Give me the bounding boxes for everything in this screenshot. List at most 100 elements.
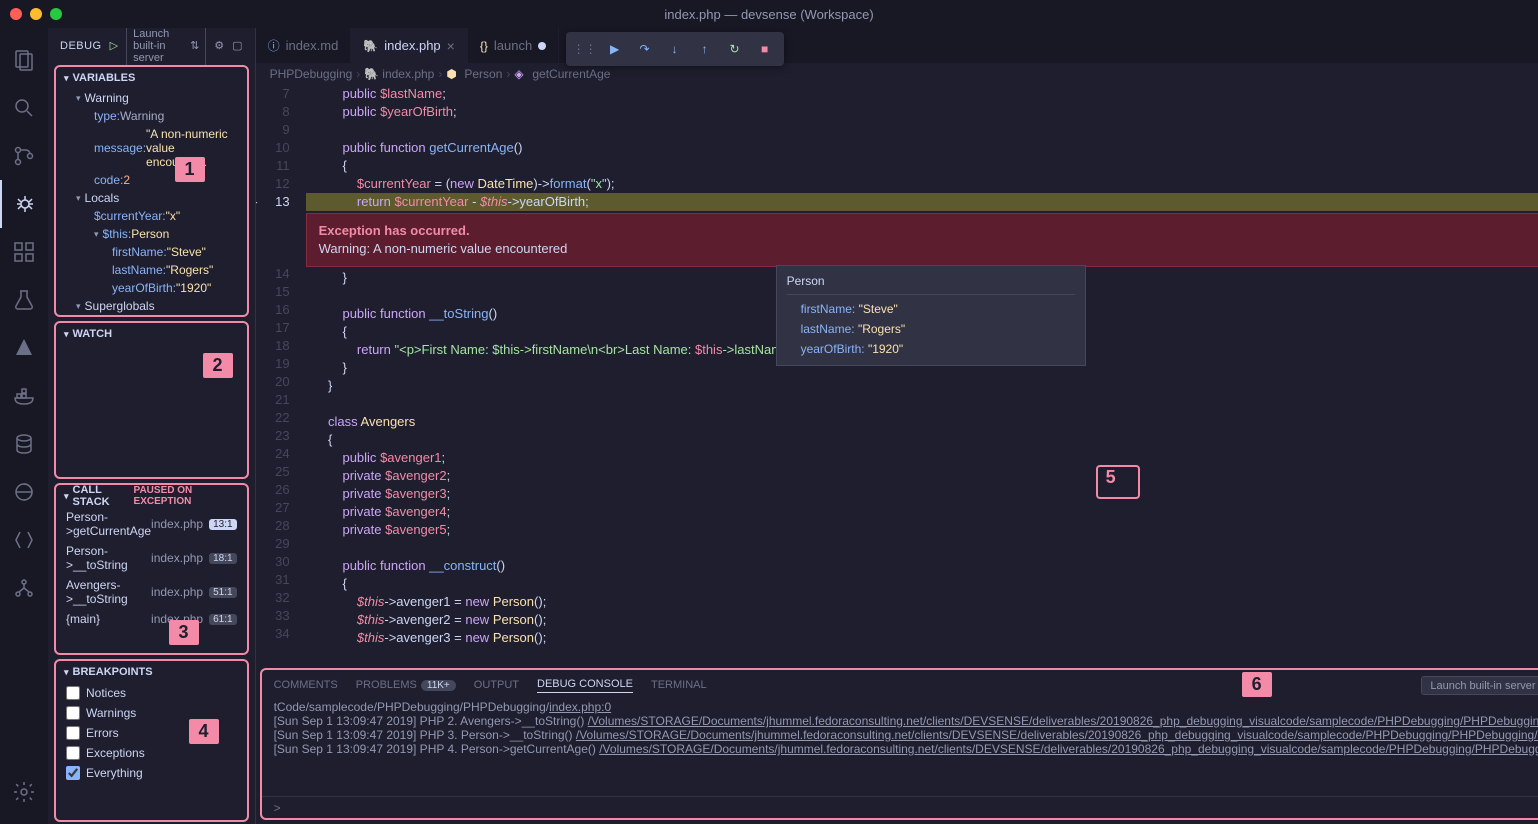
continue-button[interactable]: ▶	[602, 36, 628, 62]
watch-header[interactable]: ▾ WATCH	[56, 323, 247, 345]
code-line[interactable]: $this->avenger1 = new Person();	[306, 593, 1538, 611]
stop-button[interactable]: ■	[752, 36, 778, 62]
code-line[interactable]: public $yearOfBirth;	[306, 103, 1538, 121]
code-line[interactable]: {	[306, 157, 1538, 175]
launch-config-select[interactable]: Launch built-in server ⇅	[126, 25, 206, 67]
debug-icon[interactable]	[0, 180, 48, 228]
breakpoint-checkbox[interactable]	[66, 686, 80, 700]
code-line[interactable]: $this->avenger2 = new Person();	[306, 611, 1538, 629]
code-editor[interactable]: 789101112▷ 13141516171819202122232425262…	[256, 85, 1538, 666]
tab-output[interactable]: OUTPUT	[474, 679, 519, 691]
explorer-icon[interactable]	[0, 36, 48, 84]
variable-row[interactable]: ▾Locals	[56, 189, 247, 207]
code-line[interactable]: return $currentYear - $this->yearOfBirth…	[306, 193, 1538, 211]
traffic-lights	[10, 8, 62, 20]
settings-gear-icon[interactable]	[0, 768, 48, 816]
source-control-icon[interactable]	[0, 132, 48, 180]
code-line[interactable]: {	[306, 431, 1538, 449]
code-line[interactable]: public $lastName;	[306, 85, 1538, 103]
variable-row[interactable]: ▾Superglobals	[56, 297, 247, 315]
azure-icon[interactable]	[0, 324, 48, 372]
step-into-button[interactable]: ↓	[662, 36, 688, 62]
callstack-row[interactable]: Person->__toStringindex.php18:1	[56, 541, 247, 575]
start-debug-icon[interactable]: ▷	[110, 39, 118, 52]
code-line[interactable]: private $avenger5;	[306, 521, 1538, 539]
variable-row[interactable]: $currentYear: "x"	[56, 207, 247, 225]
code-line[interactable]: $this->avenger3 = new Person();	[306, 629, 1538, 647]
code-line[interactable]	[306, 121, 1538, 139]
breakpoint-checkbox[interactable]	[66, 766, 80, 780]
variables-header[interactable]: ▾ VARIABLES	[56, 67, 247, 89]
close-window-button[interactable]	[10, 8, 22, 20]
extensions-icon[interactable]	[0, 228, 48, 276]
variable-row[interactable]: ▾$this: Person	[56, 225, 247, 243]
code-line[interactable]: private $avenger2;	[306, 467, 1538, 485]
editor-tab[interactable]: {}launch	[468, 28, 559, 63]
live-share-icon[interactable]	[0, 468, 48, 516]
console-output[interactable]: tCode/samplecode/PHPDebugging/PHPDebuggi…	[262, 700, 1538, 796]
tab-comments[interactable]: COMMENTS	[274, 679, 338, 691]
code-line[interactable]: }	[306, 377, 1538, 395]
variable-row[interactable]: ▾Warning	[56, 89, 247, 107]
variable-row[interactable]: lastName: "Rogers"	[56, 261, 247, 279]
class-icon: ⬢	[446, 67, 460, 81]
remote-icon[interactable]	[0, 516, 48, 564]
config-gear-icon[interactable]: ⚙	[214, 39, 224, 52]
step-out-button[interactable]: ↑	[692, 36, 718, 62]
git-graph-icon[interactable]	[0, 564, 48, 612]
breakpoint-checkbox[interactable]	[66, 726, 80, 740]
code-line[interactable]	[306, 539, 1538, 557]
database-icon[interactable]	[0, 420, 48, 468]
breakpoints-header[interactable]: ▾ BREAKPOINTS	[56, 661, 247, 683]
breadcrumb[interactable]: PHPDebugging› 🐘 index.php› ⬢ Person› ◈ g…	[256, 63, 1538, 85]
chevron-down-icon: ▾	[64, 667, 69, 678]
code-line[interactable]	[306, 395, 1538, 413]
code-line[interactable]: $currentYear = (new DateTime)->format("x…	[306, 175, 1538, 193]
callstack-row[interactable]: {main}index.php61:1	[56, 609, 247, 629]
minimize-window-button[interactable]	[30, 8, 42, 20]
breakpoint-row[interactable]: Exceptions	[56, 743, 247, 763]
restart-button[interactable]: ↻	[722, 36, 748, 62]
debug-toolbar[interactable]: ⋮⋮ ▶ ↷ ↓ ↑ ↻ ■	[566, 32, 784, 66]
step-over-button[interactable]: ↷	[632, 36, 658, 62]
callstack-header[interactable]: ▾ CALL STACK PAUSED ON EXCEPTION	[56, 485, 247, 507]
editor-tab[interactable]: 🐘index.php×	[351, 28, 468, 63]
code-line[interactable]: class Avengers	[306, 413, 1538, 431]
callstack-row[interactable]: Person->getCurrentAgeindex.php13:1	[56, 507, 247, 541]
code-line[interactable]: {	[306, 575, 1538, 593]
variable-row[interactable]: firstName: "Steve"	[56, 243, 247, 261]
annotation-3: 3	[169, 620, 199, 645]
tab-terminal[interactable]: TERMINAL	[651, 679, 707, 691]
variable-row[interactable]: message: "A non-numeric value encounte…	[56, 125, 247, 171]
watch-panel: ▾ WATCH 2	[54, 321, 249, 479]
debug-console-icon[interactable]: ▢	[232, 39, 242, 52]
tab-debug-console[interactable]: DEBUG CONSOLE	[537, 678, 633, 693]
breakpoint-row[interactable]: Everything	[56, 763, 247, 783]
code-line[interactable]: public $avenger1;	[306, 449, 1538, 467]
variable-row[interactable]: yearOfBirth: "1920"	[56, 279, 247, 297]
debug-sidebar: DEBUG ▷ Launch built-in server ⇅ ⚙ ▢ ▾ V…	[48, 28, 256, 824]
tab-problems[interactable]: PROBLEMS 11K+	[356, 679, 456, 691]
search-icon[interactable]	[0, 84, 48, 132]
console-filter-select[interactable]: Launch built-in server (PH ⇅	[1421, 676, 1538, 695]
code-line[interactable]: public function getCurrentAge()	[306, 139, 1538, 157]
testing-icon[interactable]	[0, 276, 48, 324]
breakpoint-checkbox[interactable]	[66, 706, 80, 720]
grip-icon[interactable]: ⋮⋮	[572, 36, 598, 62]
editor-tab[interactable]: ⓘindex.md	[256, 28, 352, 63]
variable-row[interactable]: code: 2	[56, 171, 247, 189]
breakpoint-checkbox[interactable]	[66, 746, 80, 760]
annotation-4: 4	[189, 719, 219, 744]
code-line[interactable]: public function __construct()	[306, 557, 1538, 575]
console-input[interactable]: >	[262, 796, 1538, 818]
method-icon: ◈	[514, 67, 528, 81]
docker-icon[interactable]	[0, 372, 48, 420]
variable-row[interactable]: type: Warning	[56, 107, 247, 125]
breakpoint-row[interactable]: Notices	[56, 683, 247, 703]
code-line[interactable]: private $avenger3;	[306, 485, 1538, 503]
annotation-5: 5	[1106, 468, 1116, 486]
callstack-row[interactable]: Avengers->__toStringindex.php51:1	[56, 575, 247, 609]
code-line[interactable]: private $avenger4;	[306, 503, 1538, 521]
maximize-window-button[interactable]	[50, 8, 62, 20]
chevron-down-icon: ⇅	[190, 39, 199, 52]
